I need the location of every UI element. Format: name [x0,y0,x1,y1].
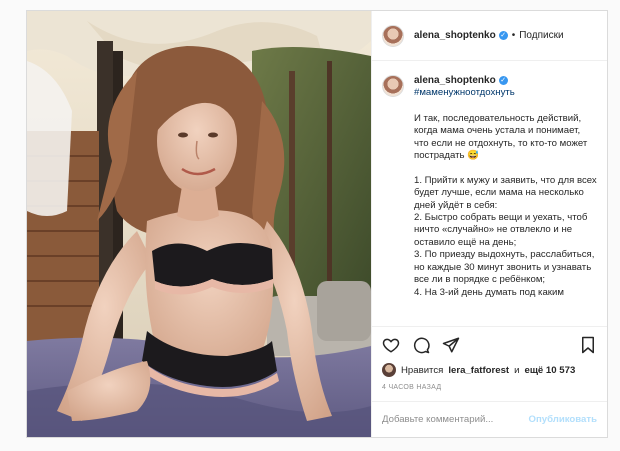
caption-verified-icon: ✓ [498,75,508,85]
comment-box: Добавьте комментарий... Опубликовать [372,401,607,437]
likes-conjunction: и [514,364,520,376]
post-timestamp[interactable]: 4 ЧАСОВ НАЗАД [372,378,607,401]
following-button[interactable]: Подписки [519,30,563,41]
liker-avatar[interactable] [382,363,396,377]
post-header: alena_shoptenko ✓ • Подписки [372,11,607,61]
caption-avatar[interactable] [382,75,404,97]
avatar[interactable] [382,24,404,47]
likes-prefix: Нравится [401,364,444,376]
share-icon[interactable] [442,336,460,354]
caption-text: И так, последовательность действий, когд… [414,112,597,298]
comment-icon[interactable] [412,336,430,354]
caption-header: alena_shoptenko ✓ #маменужноотдохнуть [382,75,597,100]
action-bar [372,326,607,362]
heart-icon[interactable] [382,336,400,354]
header-username[interactable]: alena_shoptenko [414,30,496,41]
bookmark-icon[interactable] [579,336,597,354]
post-sidebar: alena_shoptenko ✓ • Подписки alena_shopt… [371,11,607,437]
verified-icon: ✓ [498,31,508,40]
likes-count[interactable]: ещё 10 573 [525,365,576,376]
caption-area: alena_shoptenko ✓ #маменужноотдохнуть И т… [372,61,607,326]
caption-meta: alena_shoptenko ✓ #маменужноотдохнуть [414,75,515,100]
caption-username[interactable]: alena_shoptenko [414,75,496,86]
hashtag-link[interactable]: #маменужноотдохнуть [414,87,515,99]
post-photo[interactable] [27,11,371,437]
publish-button[interactable]: Опубликовать [528,414,597,425]
likes-line: Нравится lera_fatforest и ещё 10 573 [372,362,607,378]
comment-input[interactable]: Добавьте комментарий... [382,414,528,425]
post-photo-illustration [27,11,371,437]
instagram-post: alena_shoptenko ✓ • Подписки alena_shopt… [26,10,608,438]
header-separator: • [511,30,516,41]
liker-username[interactable]: lera_fatforest [448,365,509,376]
